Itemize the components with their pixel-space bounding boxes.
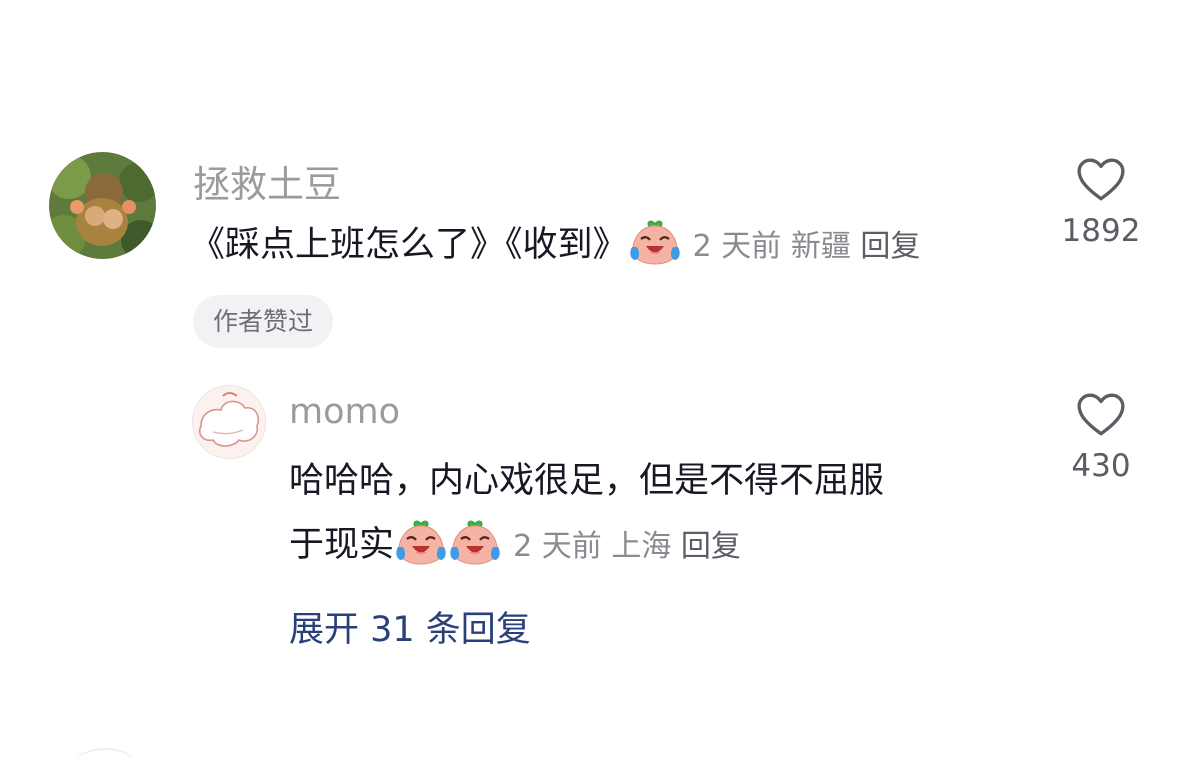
author-liked-badge: 作者赞过: [193, 295, 334, 348]
comment-body: 《踩点上班怎么了》《收到》: [190, 225, 628, 265]
commenter-avatar[interactable]: [49, 152, 156, 259]
reply-meta: 2 天前 上海 回复: [513, 529, 741, 564]
comment-text: 《踩点上班怎么了》《收到》 2 天前 新疆 回复: [190, 213, 920, 279]
next-comment-avatar-edge: [75, 748, 135, 780]
reply-author-name[interactable]: momo: [289, 392, 400, 432]
reply-time: 2 天前: [513, 529, 602, 564]
heart-icon[interactable]: [1076, 157, 1126, 203]
expand-replies-button[interactable]: 展开 31 条回复: [289, 601, 531, 652]
reply-like-count: 430: [1071, 448, 1131, 484]
crying-laughing-emoji: [629, 219, 681, 265]
reply-text: 哈哈哈，内心戏很足，但是不得不屈服 于现实 2 天前 上海 回复: [289, 449, 1049, 579]
crying-laughing-emoji: [449, 519, 501, 565]
reply-avatar[interactable]: [192, 385, 266, 459]
comment-location: 新疆: [790, 229, 851, 264]
reply-like[interactable]: 430: [1050, 392, 1152, 484]
heart-icon[interactable]: [1076, 392, 1126, 438]
comment-like-count: 1892: [1061, 213, 1141, 249]
crying-laughing-emoji: [395, 519, 447, 565]
reply-text-line-2: 于现实: [289, 525, 395, 565]
reply-text-line-1: 哈哈哈，内心戏很足，但是不得不屈服: [289, 461, 885, 501]
comment-meta: 2 天前 新疆 回复: [693, 229, 921, 264]
reply-text-line-2-row: 于现实 2 天前 上海 回复: [289, 513, 1049, 579]
comment-reply-button[interactable]: 回复: [860, 229, 920, 264]
commenter-name[interactable]: 拯救土豆: [193, 154, 341, 208]
reply-location: 上海: [611, 529, 672, 564]
reply-reply-button[interactable]: 回复: [681, 529, 741, 564]
comment-like[interactable]: 1892: [1050, 157, 1152, 249]
comment-time: 2 天前: [692, 229, 782, 264]
